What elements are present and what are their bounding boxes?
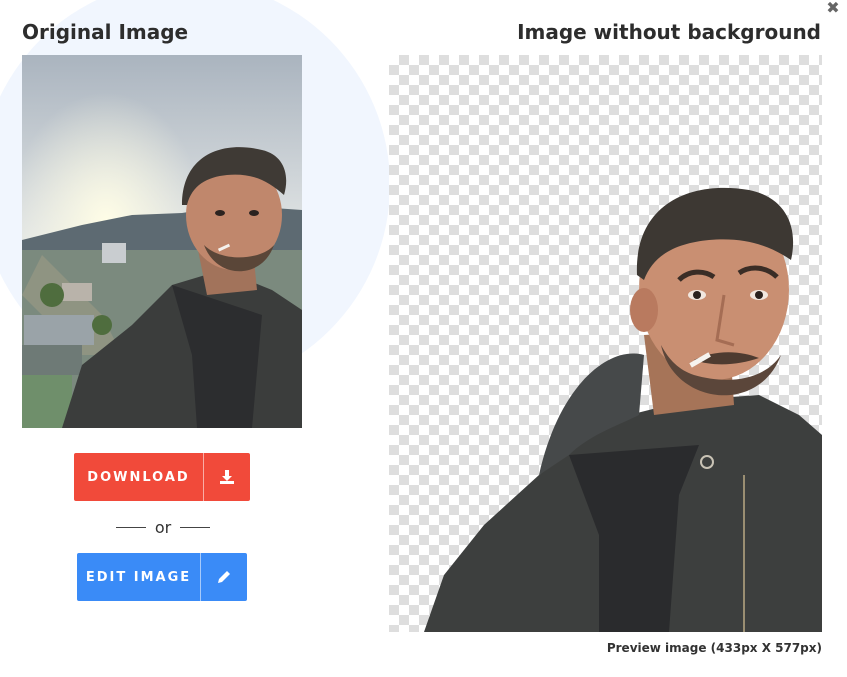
pencil-icon	[201, 553, 247, 601]
original-image-title: Original Image	[22, 20, 189, 44]
result-image-title: Image without background	[517, 20, 821, 44]
close-icon[interactable]: ✖	[825, 0, 841, 16]
download-button-label: DOWNLOAD	[87, 469, 190, 485]
preview-caption: Preview image (433px X 577px)	[606, 641, 822, 655]
result-image	[389, 55, 822, 632]
edit-image-button-label: EDIT IMAGE	[85, 569, 192, 585]
download-icon	[204, 453, 250, 501]
or-text: or	[154, 517, 172, 537]
edit-image-button[interactable]: EDIT IMAGE	[77, 553, 247, 601]
original-image	[22, 55, 302, 428]
or-divider: or	[116, 517, 210, 537]
download-button[interactable]: DOWNLOAD	[74, 453, 250, 501]
